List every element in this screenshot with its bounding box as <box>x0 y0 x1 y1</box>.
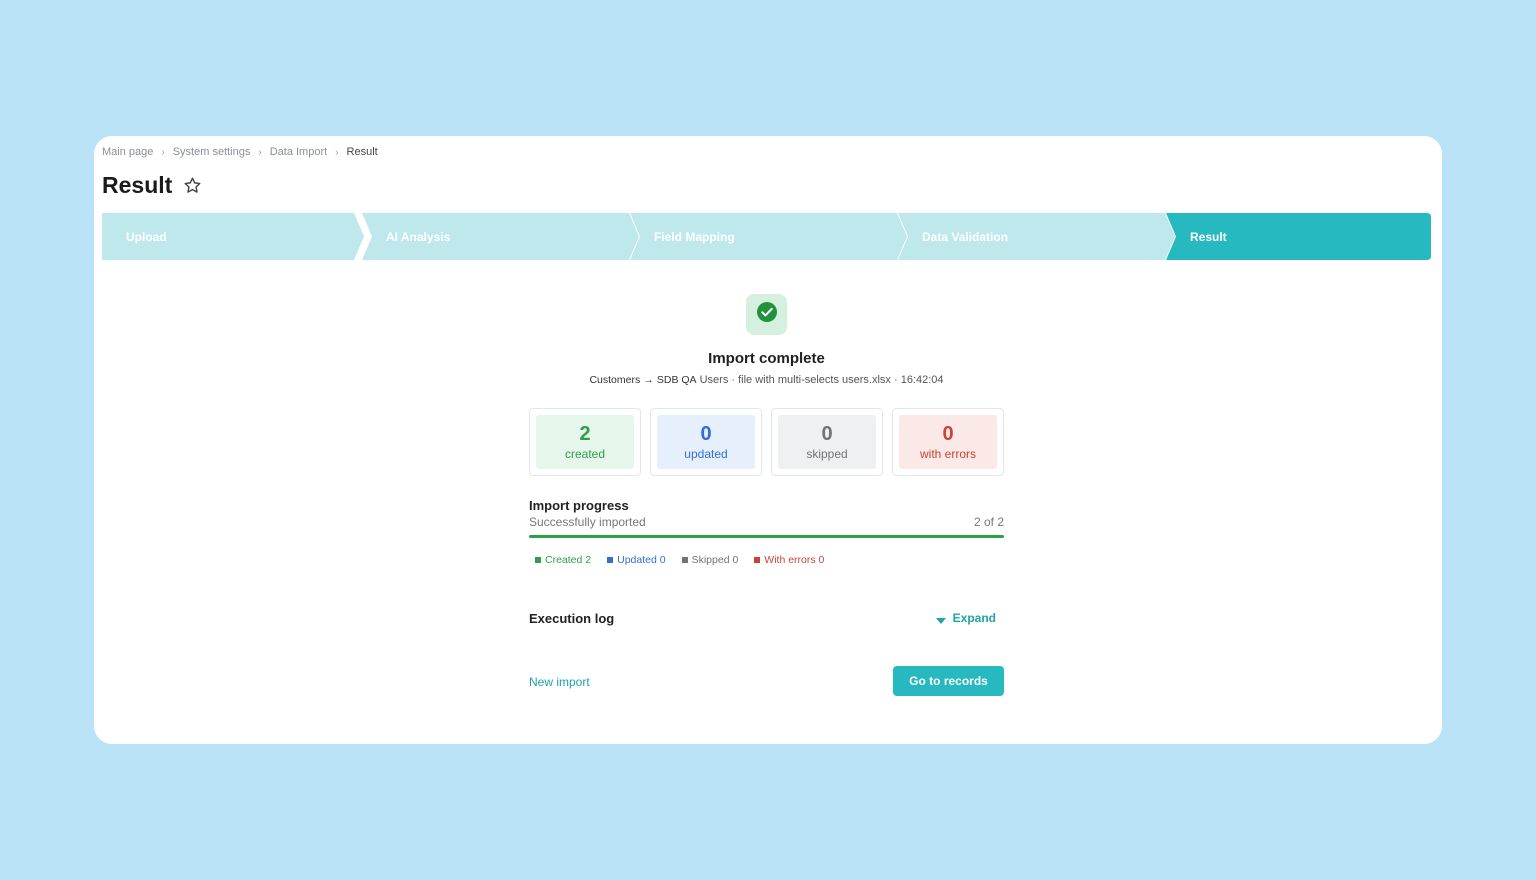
result-headline: Import complete <box>708 350 825 367</box>
breadcrumb-data-import[interactable]: Data Import <box>270 146 327 158</box>
step-upload[interactable]: Upload <box>102 213 364 260</box>
legend-item-skipped: Skipped 0 <box>681 554 739 566</box>
legend-swatch <box>754 557 761 563</box>
stat-skipped: 0 skipped <box>771 408 883 476</box>
expand-label: Expand <box>952 611 996 625</box>
legend-label: Created 2 <box>545 554 592 566</box>
stat-inner: 2 created <box>536 415 634 469</box>
page-title: Result <box>102 172 173 198</box>
stat-value: 0 <box>700 423 712 445</box>
title-row: Result <box>102 172 202 199</box>
progress-title: Import progress <box>529 498 629 513</box>
legend-label: Skipped 0 <box>691 554 739 566</box>
breadcrumb-system-settings[interactable]: System settings <box>173 146 251 158</box>
step-label: Result <box>1190 229 1227 244</box>
step-field-mapping[interactable]: Field Mapping <box>630 213 907 260</box>
stat-with-errors: 0 with errors <box>892 408 1004 476</box>
star-icon[interactable] <box>182 176 202 196</box>
progress-legend: Created 2 Updated 0 Skipped 0 With error… <box>535 554 840 566</box>
stats-row: 2 created 0 updated 0 skipped 0 with err… <box>529 408 1004 476</box>
step-label: Data Validation <box>922 229 1009 244</box>
target-entity: SDB QA <box>656 374 697 386</box>
breadcrumb: Main page › System settings › Data Impor… <box>102 146 378 158</box>
stat-inner: 0 with errors <box>899 415 997 469</box>
step-ai-analysis[interactable]: AI Analysis <box>362 213 639 260</box>
result-details: Customers → SDB QA Users · file with mul… <box>529 374 1004 386</box>
stat-created: 2 created <box>529 408 641 476</box>
caret-down-icon <box>935 614 946 624</box>
new-import-link[interactable]: New import <box>529 675 590 689</box>
stat-label: updated <box>684 447 728 461</box>
legend-label: With errors 0 <box>764 554 825 566</box>
success-badge <box>746 294 787 335</box>
breadcrumb-main-page[interactable]: Main page <box>102 146 153 158</box>
breadcrumb-current: Result <box>346 146 378 158</box>
file-details: Users · file with multi-selects users.xl… <box>699 374 944 386</box>
stat-updated: 0 updated <box>650 408 762 476</box>
progress-count: 2 of 2 <box>973 515 1004 529</box>
legend-label: Updated 0 <box>617 554 666 566</box>
step-label: AI Analysis <box>386 229 451 244</box>
stat-inner: 0 updated <box>657 415 755 469</box>
progress-bar-fill <box>529 535 1004 538</box>
source-entity: Customers <box>589 374 641 386</box>
step-result[interactable]: Result <box>1166 213 1431 260</box>
execution-log-title: Execution log <box>529 611 615 626</box>
legend-item-created: Created 2 <box>535 554 591 566</box>
progress-bar <box>529 535 1004 538</box>
import-stepper: Upload AI Analysis Field Mapping Data Va… <box>102 213 1431 260</box>
legend-item-with-errors: With errors 0 <box>754 554 824 566</box>
stat-value: 0 <box>821 423 833 445</box>
stat-label: skipped <box>806 447 848 461</box>
step-label: Upload <box>126 229 167 244</box>
check-circle-icon <box>756 301 778 328</box>
import-result-card: Main page › System settings › Data Impor… <box>94 136 1442 744</box>
stat-label: created <box>564 447 606 461</box>
step-data-validation[interactable]: Data Validation <box>898 213 1175 260</box>
step-label: Field Mapping <box>654 229 735 244</box>
stat-value: 0 <box>942 423 954 445</box>
legend-swatch <box>535 557 541 563</box>
legend-swatch <box>607 557 614 563</box>
go-to-records-button[interactable]: Go to records <box>893 666 1004 696</box>
arrow-right-icon: → <box>643 374 654 386</box>
stat-label: with errors <box>919 447 976 461</box>
legend-swatch <box>681 557 688 563</box>
chevron-right-icon: › <box>161 146 165 158</box>
stat-value: 2 <box>579 423 591 445</box>
stat-inner: 0 skipped <box>778 415 876 469</box>
legend-item-updated: Updated 0 <box>607 554 666 566</box>
progress-subtitle: Successfully imported <box>529 515 646 529</box>
chevron-right-icon: › <box>258 146 262 158</box>
chevron-right-icon: › <box>335 146 339 158</box>
expand-log-toggle[interactable]: Expand <box>935 611 996 625</box>
